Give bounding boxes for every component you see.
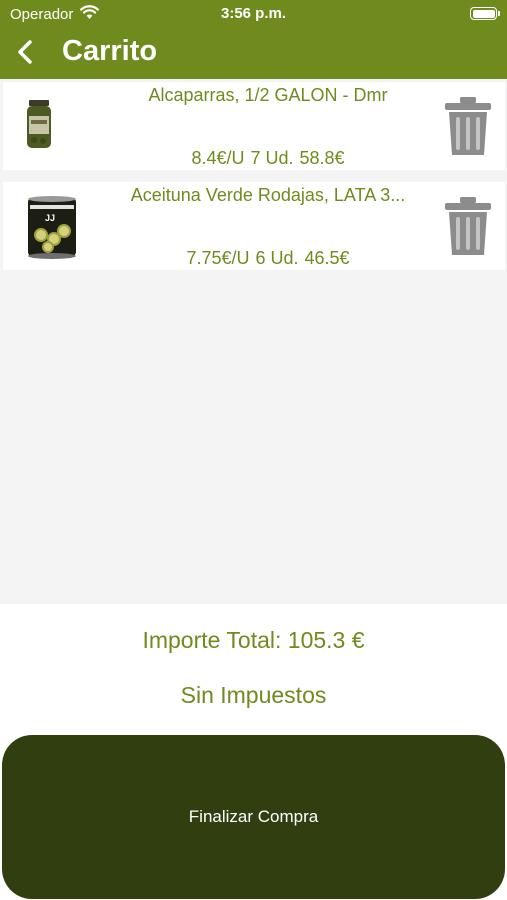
item-quantity: 7 Ud. bbox=[250, 148, 294, 168]
svg-text:JJ: JJ bbox=[45, 213, 55, 223]
total-amount: Importe Total: 105.3 € bbox=[142, 627, 365, 653]
item-subtotal: 46.5€ bbox=[304, 248, 350, 268]
cart-summary: Importe Total: 105.3 € Sin Impuestos Fin… bbox=[0, 604, 507, 900]
cart-item[interactable]: JJ Aceituna Verde Rodajas, LATA 3... 7.7… bbox=[3, 182, 505, 270]
olive-can-image: JJ bbox=[28, 196, 76, 259]
checkout-button[interactable]: Finalizar Compra bbox=[2, 735, 505, 899]
olive-jar-image bbox=[27, 100, 51, 148]
item-unit-price: 7.75€/U bbox=[186, 248, 250, 268]
item-pricing: 8.4€/U 7 Ud. 58.8€ bbox=[103, 148, 433, 169]
tax-note: Sin Impuestos bbox=[180, 682, 327, 708]
item-name: Aceituna Verde Rodajas, LATA 3... bbox=[130, 185, 406, 205]
battery-icon bbox=[470, 7, 500, 20]
item-pricing: 7.75€/U 6 Ud. 46.5€ bbox=[103, 248, 433, 269]
trash-icon[interactable] bbox=[443, 96, 493, 156]
chevron-left-icon bbox=[18, 40, 32, 64]
status-time: 3:56 p.m. bbox=[220, 5, 287, 22]
page-title: Carrito bbox=[62, 35, 158, 67]
item-unit-price: 8.4€/U bbox=[191, 148, 245, 168]
item-subtotal: 58.8€ bbox=[299, 148, 345, 168]
cart-item[interactable]: Alcaparras, 1/2 GALON - Dmr 8.4€/U 7 Ud. 5… bbox=[3, 82, 505, 170]
status-bar: Operador 3:56 p.m. bbox=[0, 0, 507, 28]
item-name: Alcaparras, 1/2 GALON - Dmr bbox=[148, 85, 388, 105]
navigation-header: Operador 3:56 p.m. Carrito bbox=[0, 0, 507, 79]
item-quantity: 6 Ud. bbox=[255, 248, 299, 268]
back-button[interactable] bbox=[8, 34, 44, 70]
trash-icon[interactable] bbox=[443, 196, 493, 256]
